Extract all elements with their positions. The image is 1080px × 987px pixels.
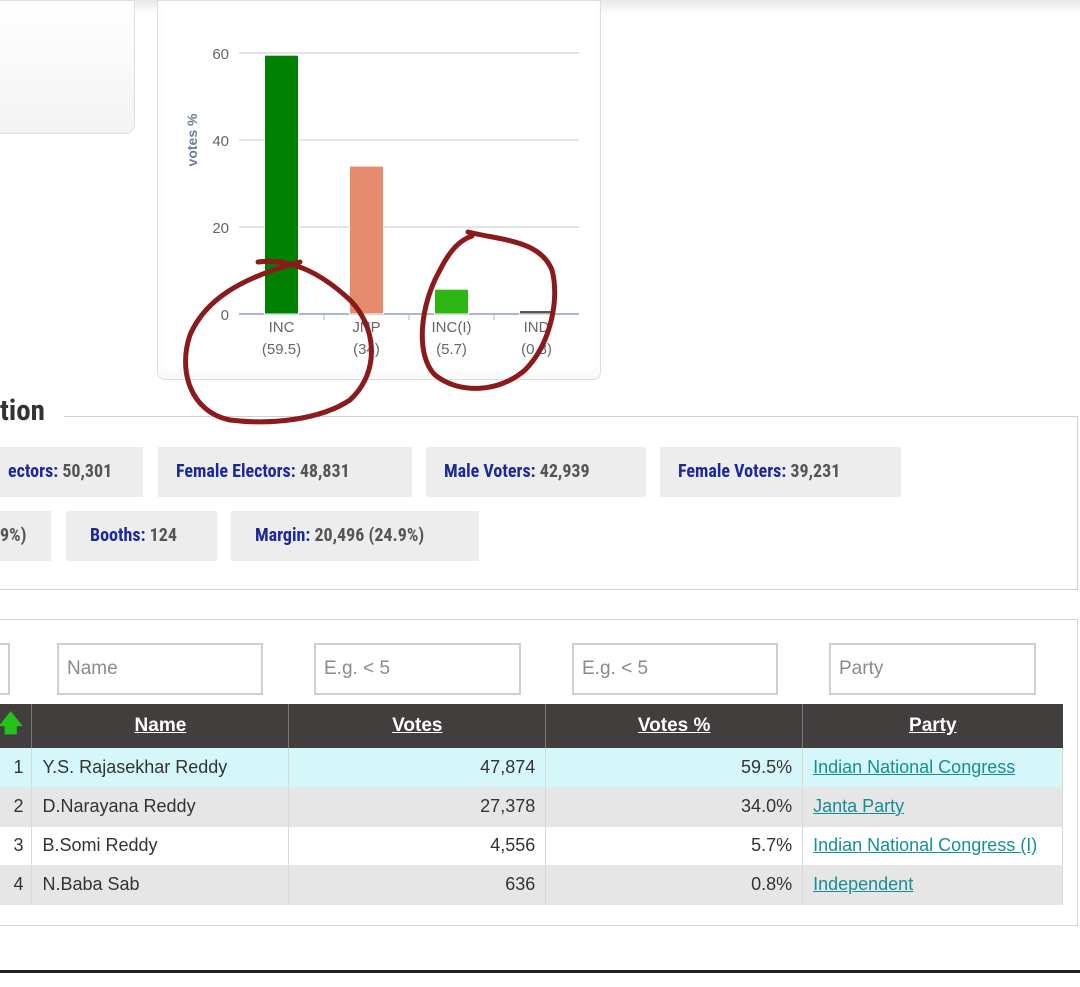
votes-cell: 47,874 xyxy=(288,748,547,788)
party-link[interactable]: Janta Party xyxy=(813,796,904,816)
votes-pct-column-header[interactable]: Votes % xyxy=(545,704,804,748)
statistics-box xyxy=(0,416,1078,590)
rank-cell: 2 xyxy=(0,787,33,827)
votes-column-header[interactable]: Votes xyxy=(288,704,547,748)
x-tick-label: INC xyxy=(269,319,295,336)
table-row: 1 Y.S. Rajasekhar Reddy 47,874 59.5% Ind… xyxy=(0,748,1063,788)
stat-female-voters: Female Voters: 39,231 xyxy=(660,447,901,497)
bar-inc xyxy=(264,54,299,315)
section-title: tion xyxy=(0,394,45,428)
stat-value: 42,939 xyxy=(535,461,590,482)
party-cell: Indian National Congress (I) xyxy=(802,826,1063,866)
candidate-name-cell: B.Somi Reddy xyxy=(31,826,290,866)
vote-share-bar-chart: 0 20 40 60 votes % INC (59.5) JNP (34) INC(I) (5.7… xyxy=(184,46,579,358)
stat-male-voters: Male Voters: 42,939 xyxy=(426,447,646,497)
rank-cell: 4 xyxy=(0,865,33,905)
stat-value: 48,831 xyxy=(295,461,350,482)
votes-pct-cell: 0.8% xyxy=(545,865,804,905)
stat-booths: Booths: 124 xyxy=(66,511,217,561)
candidate-name-cell: D.Narayana Reddy xyxy=(31,787,290,827)
stat-margin: Margin: 20,496 (24.9%) xyxy=(231,511,479,561)
party-link[interactable]: Indian National Congress xyxy=(813,757,1015,777)
votes-cell: 636 xyxy=(288,865,547,905)
votes-pct-cell: 5.7% xyxy=(545,826,804,866)
y-tick-label: 40 xyxy=(212,133,229,150)
rank-cell: 1 xyxy=(0,748,33,788)
x-tick-sublabel: (0.8) xyxy=(521,341,552,358)
party-column-header[interactable]: Party xyxy=(802,704,1063,748)
stat-value: 9%) xyxy=(0,525,27,546)
stat-female-electors: Female Electors: 48,831 xyxy=(158,447,412,497)
votes-cell: 27,378 xyxy=(288,787,547,827)
party-link[interactable]: Independent xyxy=(813,874,913,894)
left-info-card xyxy=(0,0,135,134)
x-tick-sublabel: (5.7) xyxy=(436,341,467,358)
party-cell: Independent xyxy=(802,865,1063,905)
party-cell: Janta Party xyxy=(802,787,1063,827)
rank-cell: 3 xyxy=(0,826,33,866)
results-table: 🡅 Name Votes Votes % Party 1 Y.S. Rajase… xyxy=(0,704,1063,905)
rank-filter-input[interactable] xyxy=(0,643,10,695)
table-row: 2 D.Narayana Reddy 27,378 34.0% Janta Pa… xyxy=(0,787,1063,827)
votes-pct-cell: 59.5% xyxy=(545,748,804,788)
votes-pct-cell: 34.0% xyxy=(545,787,804,827)
table-row: 4 N.Baba Sab 636 0.8% Independent xyxy=(0,865,1063,905)
section-divider xyxy=(64,416,1078,417)
stat-label: Female Voters: xyxy=(678,461,787,482)
table-row: 3 B.Somi Reddy 4,556 5.7% Indian Nationa… xyxy=(0,826,1063,866)
bar-inci xyxy=(434,288,469,315)
bottom-divider xyxy=(0,970,1080,973)
name-column-header[interactable]: Name xyxy=(31,704,290,748)
rank-sort-header[interactable]: 🡅 xyxy=(0,704,33,748)
party-link[interactable]: Indian National Congress (I) xyxy=(813,835,1037,855)
up-arrow-icon[interactable]: 🡅 xyxy=(0,710,23,737)
y-tick-label: 0 xyxy=(221,307,229,324)
stat-value: 20,496 (24.9%) xyxy=(310,525,425,546)
y-tick-label: 60 xyxy=(212,46,229,63)
bar-jnp xyxy=(349,165,384,315)
stat-turnout: 9%) xyxy=(0,511,51,561)
stat-electors: ectors: 50,301 xyxy=(0,447,143,497)
x-tick-sublabel: (34) xyxy=(353,341,380,358)
candidate-name-cell: N.Baba Sab xyxy=(31,865,290,905)
bar-ind xyxy=(519,310,554,315)
candidate-name-cell: Y.S. Rajasekhar Reddy xyxy=(31,748,290,788)
stat-value: 124 xyxy=(145,525,177,546)
stat-value: 39,231 xyxy=(786,461,841,482)
votes-cell: 4,556 xyxy=(288,826,547,866)
stat-label: Margin: xyxy=(255,525,311,546)
x-tick-label: INC(I) xyxy=(432,319,472,336)
x-tick-label: JNP xyxy=(352,319,380,336)
name-filter-input[interactable] xyxy=(57,643,263,695)
x-tick-sublabel: (59.5) xyxy=(262,341,301,358)
votes-pct-filter-input[interactable] xyxy=(572,643,778,695)
stat-label: ectors: xyxy=(8,461,59,482)
y-axis-label: votes % xyxy=(184,113,200,166)
x-tick-label: IND xyxy=(524,319,550,336)
stat-value: 50,301 xyxy=(58,461,113,482)
party-cell: Indian National Congress xyxy=(802,748,1063,788)
stat-label: Male Voters: xyxy=(444,461,536,482)
party-filter-input[interactable] xyxy=(829,643,1036,695)
stat-label: Booths: xyxy=(90,525,146,546)
stat-label: Female Electors: xyxy=(176,461,296,482)
votes-filter-input[interactable] xyxy=(314,643,521,695)
table-header-row: 🡅 Name Votes Votes % Party xyxy=(0,704,1063,748)
y-tick-label: 20 xyxy=(212,220,229,237)
